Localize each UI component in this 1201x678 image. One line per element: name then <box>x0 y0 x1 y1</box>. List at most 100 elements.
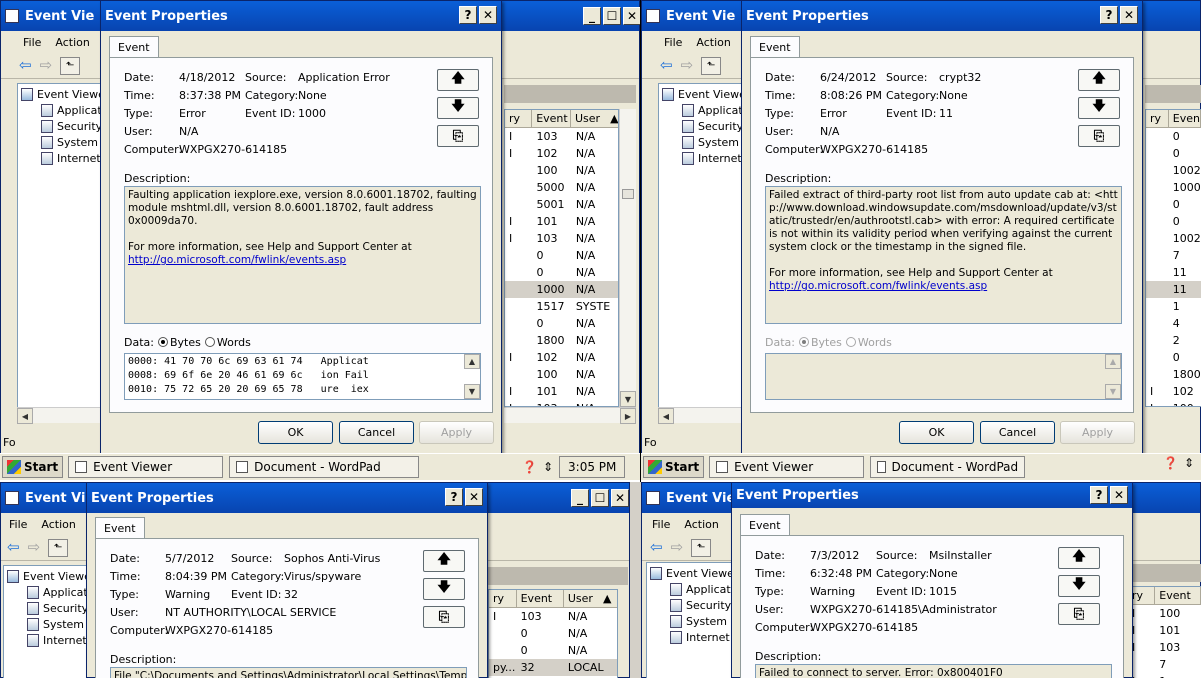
tree-item-system[interactable]: System <box>7 616 90 632</box>
table-row[interactable]: 0 <box>1146 349 1201 366</box>
tree-item-security[interactable]: Security <box>21 118 106 134</box>
clock[interactable]: 3:05 PM <box>559 456 626 478</box>
tree-item-system[interactable]: System <box>650 613 733 629</box>
menu-file[interactable]: File <box>652 518 670 531</box>
scroll-up-icon[interactable]: ▲ <box>1105 354 1121 369</box>
tree-item-application[interactable]: Applicati <box>662 102 747 118</box>
tab-event[interactable]: Event <box>750 36 800 58</box>
back-icon[interactable]: ⇦ <box>650 540 663 555</box>
tree-item-system[interactable]: System <box>21 134 106 150</box>
copy-button[interactable]: ⎘ <box>1058 603 1100 625</box>
table-row[interactable]: 0 N/A <box>505 315 618 332</box>
up-folder-icon[interactable]: ⬑ <box>691 538 712 557</box>
menu-action[interactable]: Action <box>684 518 718 531</box>
table-row[interactable]: I 101 N/A <box>505 383 618 400</box>
ok-button[interactable]: OK <box>258 421 333 444</box>
table-row[interactable]: 1517 SYSTE <box>505 298 618 315</box>
taskbar-event-viewer[interactable]: Event Viewer <box>709 456 865 478</box>
close-button[interactable]: ✕ <box>611 489 629 507</box>
scroll-right-icon[interactable]: ▶ <box>620 408 636 424</box>
table-row[interactable]: py... 32 LOCAL <box>489 659 617 676</box>
table-row[interactable]: 0 <box>1146 196 1201 213</box>
dialog-titlebar[interactable]: Event Properties ? ✕ <box>87 483 487 513</box>
up-folder-icon[interactable]: ⬑ <box>60 56 81 75</box>
apply-button[interactable]: Apply <box>1060 421 1135 444</box>
menu-action[interactable]: Action <box>696 36 730 49</box>
tree-item-root[interactable]: Event Viewe <box>662 86 747 102</box>
table-row[interactable]: 0 N/A <box>505 264 618 281</box>
table-row[interactable]: I100 <box>1146 400 1201 406</box>
table-row[interactable]: 0 <box>1146 213 1201 230</box>
tree-item-root[interactable]: Event Viewe <box>7 568 91 584</box>
column-header[interactable]: User ▲ <box>571 110 618 127</box>
tree-item-root[interactable]: Event Viewe <box>650 565 734 581</box>
column-header[interactable]: User ▲ <box>564 590 617 607</box>
table-row[interactable]: 11 <box>1146 281 1201 298</box>
scroll-down-icon[interactable]: ▼ <box>1105 384 1121 399</box>
tree-item-security[interactable]: Security <box>650 597 733 613</box>
tree-item-application[interactable]: Applicati <box>7 584 91 600</box>
previous-event-button[interactable]: 🡅 <box>437 69 479 91</box>
tray-scroll-icon[interactable]: ⇕ <box>1184 456 1194 470</box>
cancel-button[interactable]: Cancel <box>339 421 414 444</box>
back-icon[interactable]: ⇦ <box>7 540 20 555</box>
tree-item-root[interactable]: Event Viewe <box>21 86 106 102</box>
tab-event[interactable]: Event <box>95 517 145 539</box>
table-row[interactable]: 1000 <box>1146 179 1201 196</box>
table-row[interactable]: 7 <box>1146 247 1201 264</box>
close-button[interactable]: ✕ <box>479 6 497 24</box>
column-header[interactable]: ry <box>489 590 517 607</box>
list-hscroll[interactable]: ▶ <box>504 407 636 424</box>
table-row[interactable]: I100 <box>1128 605 1201 622</box>
menu-action[interactable]: Action <box>55 36 89 49</box>
menu-action[interactable]: Action <box>41 518 75 531</box>
table-row[interactable]: 0 N/A <box>489 642 617 659</box>
ok-button[interactable]: OK <box>899 421 974 444</box>
column-header[interactable]: Event <box>532 110 571 127</box>
close-button[interactable]: ✕ <box>1110 486 1128 504</box>
help-button[interactable]: ? <box>445 488 463 506</box>
dialog-titlebar[interactable]: Event Properties ? ✕ <box>742 1 1142 31</box>
scroll-left-icon[interactable]: ◀ <box>17 408 33 424</box>
description-box[interactable]: File "C:\Documents and Settings\Administ… <box>110 667 467 678</box>
table-row[interactable]: 1002 <box>1146 162 1201 179</box>
tree-hscroll[interactable]: ◀ <box>658 407 748 424</box>
data-hex-box[interactable]: 0000: 41 70 70 6c 69 63 61 74 Applicat 00… <box>124 353 481 400</box>
previous-event-button[interactable]: 🡅 <box>1078 69 1120 91</box>
description-box[interactable]: Failed to connect to server. Error: 0x80… <box>755 664 1112 678</box>
tree-item-internet[interactable]: Internet <box>650 629 733 645</box>
scroll-thumb[interactable] <box>622 189 634 199</box>
help-icon[interactable]: ❓ <box>522 460 537 474</box>
next-event-button[interactable]: 🡇 <box>423 578 465 600</box>
dialog-titlebar[interactable]: Event Properties ? ✕ <box>101 1 501 31</box>
data-hex-box[interactable] <box>765 353 1122 400</box>
help-button[interactable]: ? <box>459 6 477 24</box>
tree-item-system[interactable]: System <box>662 134 747 150</box>
table-row[interactable]: I 101 <box>1128 622 1201 639</box>
help-button[interactable]: ? <box>1090 486 1108 504</box>
tree-hscroll[interactable]: ◀ <box>17 407 107 424</box>
column-header[interactable]: Even <box>1169 110 1201 127</box>
table-row[interactable]: I 102 N/A <box>505 349 618 366</box>
table-row[interactable]: I 103 N/A <box>489 608 617 625</box>
tray-scroll-icon[interactable]: ⇕ <box>543 460 553 474</box>
previous-event-button[interactable]: 🡅 <box>423 550 465 572</box>
description-box[interactable]: Faulting application iexplore.exe, versi… <box>124 186 481 324</box>
menu-file[interactable]: File <box>664 36 682 49</box>
taskbar-event-viewer[interactable]: Event Viewer <box>68 456 224 478</box>
menu-file[interactable]: File <box>23 36 41 49</box>
tree-item-internet[interactable]: Internet <box>21 150 106 166</box>
close-button[interactable]: ✕ <box>465 488 483 506</box>
back-icon[interactable]: ⇦ <box>19 58 32 73</box>
bytes-radio[interactable] <box>157 337 168 347</box>
back-icon[interactable]: ⇦ <box>660 58 673 73</box>
column-header[interactable]: ry <box>1146 110 1169 127</box>
forward-icon[interactable]: ⇨ <box>671 540 684 555</box>
forward-icon[interactable]: ⇨ <box>28 540 41 555</box>
help-link[interactable]: http://go.microsoft.com/fwlink/events.as… <box>128 254 477 267</box>
up-folder-icon[interactable]: ⬑ <box>48 538 69 557</box>
forward-icon[interactable]: ⇨ <box>681 58 694 73</box>
table-row[interactable]: 11 <box>1146 264 1201 281</box>
scroll-down-icon[interactable]: ▼ <box>464 384 480 399</box>
tab-event[interactable]: Event <box>740 514 790 536</box>
